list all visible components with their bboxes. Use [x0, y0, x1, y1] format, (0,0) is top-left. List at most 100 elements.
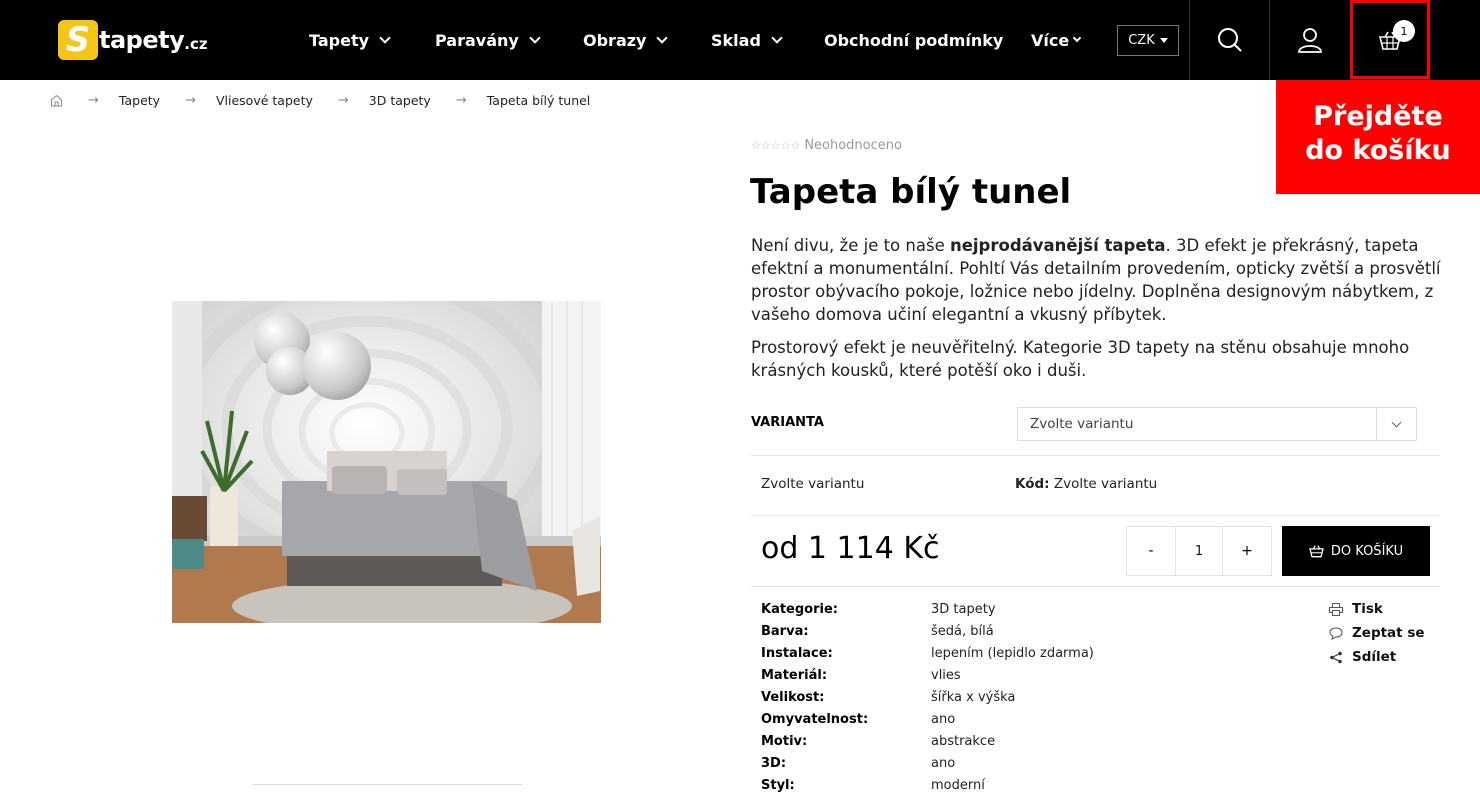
cart-count-badge: 1 [1393, 20, 1415, 42]
chevron-down-icon [656, 31, 669, 44]
product-specs: Kategorie: 3D tapety Barva: šedá, bílá Ins… [761, 598, 1094, 796]
divider [751, 515, 1440, 516]
rating[interactable]: ☆☆☆☆☆ Neohodnoceno [751, 138, 902, 153]
spec-row: Kategorie: 3D tapety [761, 598, 1094, 620]
spec-key: Instalace: [761, 645, 833, 661]
spec-row: Materiál: vlies [761, 664, 1094, 686]
print-button[interactable]: Tisk [1329, 597, 1425, 621]
cart-button[interactable]: 1 [1350, 0, 1430, 79]
nav-label: Obrazy [583, 30, 647, 50]
divider [751, 586, 1440, 587]
nav-item-paravany[interactable]: Paravány [435, 0, 541, 80]
spec-key: Styl: [761, 777, 795, 793]
spec-row: Motiv: abstrakce [761, 730, 1094, 752]
breadcrumb-separator-icon: → [185, 92, 196, 108]
breadcrumb-separator-icon: → [337, 92, 349, 108]
variant-select[interactable]: Zvolte variantu [1017, 407, 1417, 441]
spec-row: Barva: šedá, bílá [761, 620, 1094, 642]
cart-icon [1309, 544, 1324, 557]
logo-mark: S [58, 20, 98, 60]
increase-quantity-button[interactable]: + [1223, 527, 1271, 575]
spec-row: Instalace: lepením (lepidlo zdarma) [761, 642, 1094, 664]
chevron-down-icon [1072, 33, 1082, 43]
nav-item-tapety[interactable]: Tapety [309, 0, 391, 80]
share-button[interactable]: Sdílet [1329, 645, 1425, 669]
breadcrumb-current: Tapeta bílý tunel [486, 92, 591, 108]
breadcrumb-separator-icon: → [88, 92, 99, 108]
code-label: Kód: [1015, 476, 1050, 492]
home-icon[interactable] [50, 94, 63, 107]
add-to-cart-label: DO KOŠÍKU [1330, 543, 1404, 559]
nav-label: Obchodní podmínky [824, 30, 1004, 50]
spec-value: lepením (lepidlo zdarma) [931, 645, 1094, 661]
product-title: Tapeta bílý tunel [750, 172, 1072, 212]
quantity-input[interactable]: 1 [1175, 527, 1223, 575]
spec-row: 3D: ano [761, 752, 1094, 774]
currency-select[interactable]: CZK [1117, 25, 1179, 56]
rating-text: Neohodnoceno [804, 138, 902, 153]
nav-label: Sklad [711, 30, 761, 50]
variant-label: VARIANTA [751, 415, 824, 430]
spec-row: Velikost: šířka x výška [761, 686, 1094, 708]
print-label: Tisk [1352, 601, 1383, 617]
promo-line-2: do košíku [1305, 135, 1451, 166]
image-divider [252, 784, 522, 785]
spec-row: Styl: moderní [761, 774, 1094, 796]
spec-value: šedá, bílá [931, 623, 994, 639]
divider [751, 455, 1440, 456]
nav-item-obchodni-podminky[interactable]: Obchodní podmínky [824, 0, 1003, 80]
spec-key: Kategorie: [761, 601, 838, 617]
code-value: Zvolte variantu [1053, 476, 1158, 492]
search-button[interactable] [1189, 0, 1269, 80]
quantity-stepper: - 1 + [1126, 526, 1272, 576]
spec-key: 3D: [761, 755, 787, 771]
spec-value: šířka x výška [931, 689, 1016, 705]
nav-item-obrazy[interactable]: Obrazy [583, 0, 669, 80]
user-icon [1297, 28, 1322, 53]
chevron-down-icon [771, 31, 783, 44]
product-photo [172, 301, 601, 623]
breadcrumb-item[interactable]: 3D tapety [369, 93, 431, 108]
product-image[interactable] [172, 301, 601, 623]
nav-item-vice[interactable]: Více [1031, 0, 1082, 80]
star-rating-icon: ☆☆☆☆☆ [751, 139, 801, 152]
promo-line-1: Přejděte [1313, 101, 1443, 132]
product-actions: Tisk Zeptat se Sdílet [1329, 597, 1425, 669]
share-label: Sdílet [1352, 649, 1397, 665]
nav-label: Tapety [309, 30, 370, 50]
breadcrumb-item[interactable]: Vliesové tapety [216, 93, 313, 108]
nav-label: Paravány [435, 30, 519, 50]
ask-question-button[interactable]: Zeptat se [1329, 621, 1425, 645]
breadcrumb-item[interactable]: Tapety [119, 93, 160, 108]
logo-tld: .cz [184, 35, 208, 53]
spec-row: Omyvatelnost: ano [761, 708, 1094, 730]
spec-key: Materiál: [761, 667, 828, 683]
chat-bubble-icon [1329, 626, 1343, 640]
spec-value: vlies [931, 667, 961, 683]
site-logo[interactable]: S tapety .cz [58, 19, 218, 61]
decrease-quantity-button[interactable]: - [1127, 527, 1175, 575]
spec-value: moderní [931, 777, 985, 793]
chevron-down-icon[interactable] [1376, 408, 1416, 440]
breadcrumb-separator-icon: → [455, 92, 467, 108]
breadcrumb: → Tapety → Vliesové tapety → 3D tapety →… [50, 90, 590, 110]
product-description: Není divu, že je to naše nejprodávanější… [751, 234, 1441, 392]
add-to-cart-button[interactable]: DO KOŠÍKU [1282, 526, 1430, 576]
account-button[interactable] [1269, 0, 1349, 80]
spec-value: abstrakce [931, 733, 996, 749]
share-icon [1330, 651, 1342, 663]
spec-key: Barva: [761, 623, 809, 639]
spec-key: Omyvatelnost: [761, 711, 869, 727]
nav-label: Více [1031, 30, 1070, 50]
logo-text: tapety [99, 26, 185, 54]
product-price: od 1 114 Kč [761, 531, 940, 566]
go-to-cart-promo[interactable]: Přejděte do košíku [1276, 80, 1480, 194]
spec-value[interactable]: 3D tapety [931, 602, 996, 617]
spec-value: ano [931, 755, 956, 771]
ask-question-label: Zeptat se [1352, 625, 1425, 641]
spec-value: ano [931, 711, 956, 727]
desc-bold-text: nejprodávanější tapeta [949, 236, 1166, 255]
caret-down-icon [1159, 38, 1168, 43]
nav-item-sklad[interactable]: Sklad [711, 0, 783, 80]
site-header: S tapety .cz Tapety Paravány Obrazy Skla… [0, 0, 1480, 80]
